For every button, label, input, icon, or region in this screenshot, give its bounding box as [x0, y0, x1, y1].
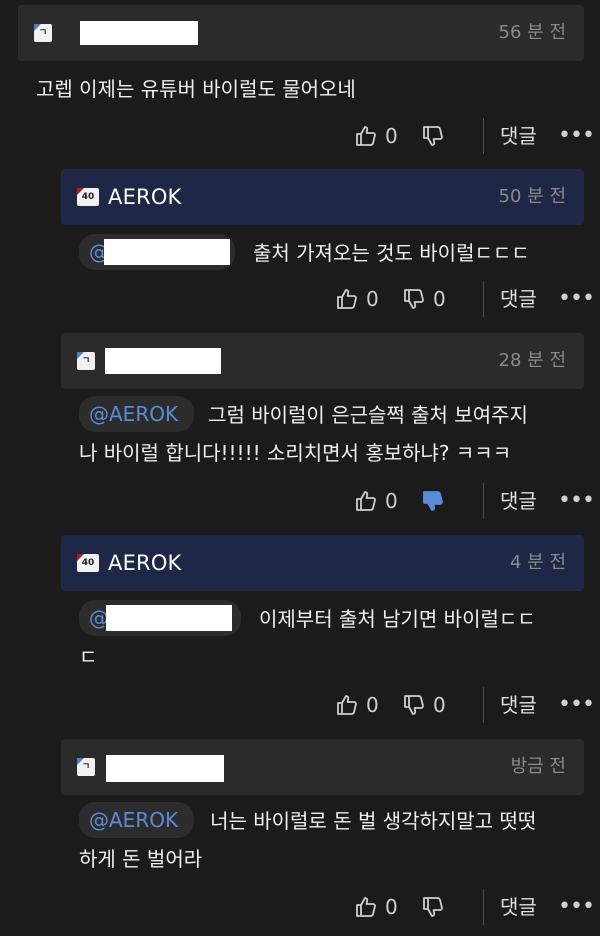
like-count: 0	[366, 693, 379, 717]
more-options-icon[interactable]: •••	[558, 889, 595, 925]
dislike-button[interactable]	[421, 889, 445, 925]
level-badge-icon: 40	[77, 554, 99, 572]
redacted-nickname	[105, 348, 221, 374]
more-options-icon[interactable]: •••	[558, 281, 595, 317]
more-options-icon[interactable]: •••	[558, 687, 595, 723]
like-button[interactable]: 0	[354, 889, 398, 925]
comment-text: @AEROK 그럼 바이럴이 은근슬쩍 출처 보여주지 나 바이럴 합니다!!!!…	[79, 396, 589, 472]
comment-text: @ 출처 가져오는 것도 바이럴ㄷㄷㄷ	[79, 234, 579, 272]
dislike-button[interactable]: 0	[402, 281, 446, 317]
dislike-button[interactable]	[421, 483, 445, 519]
level-badge-icon: ㄱ	[77, 352, 95, 370]
dislike-count: 0	[433, 693, 446, 717]
comment-header: ㄱ 방금 전	[61, 739, 584, 795]
timestamp: 방금 전	[510, 756, 566, 777]
comment-actions: 0 0 댓글 •••	[0, 687, 600, 723]
thumbs-up-icon	[356, 491, 376, 511]
like-button[interactable]: 0	[354, 118, 398, 154]
level-badge-icon: 40	[77, 188, 99, 206]
comment-text: @ 이제부터 출처 남기면 바이럴ㄷㄷ ㄷ	[79, 600, 579, 676]
thumbs-down-icon	[423, 897, 443, 917]
reply-button[interactable]: 댓글	[500, 118, 537, 154]
thumbs-up-icon	[337, 695, 357, 715]
comment-header: ㄱ 56 분 전	[18, 5, 584, 61]
reply-button[interactable]: 댓글	[500, 889, 537, 925]
thumbs-up-icon	[356, 126, 376, 146]
like-count: 0	[366, 287, 379, 311]
timestamp: 56 분 전	[498, 22, 566, 43]
thumbs-up-icon	[356, 897, 376, 917]
comment-actions: 0 댓글 •••	[0, 889, 600, 925]
thumbs-down-icon	[423, 491, 443, 511]
level-badge-icon: ㄱ	[34, 24, 52, 42]
timestamp: 4 분 전	[509, 552, 566, 573]
mention-tag[interactable]: @	[79, 600, 241, 636]
timestamp: 28 분 전	[498, 350, 566, 371]
like-count: 0	[385, 489, 398, 513]
mention-tag[interactable]: @	[79, 234, 235, 270]
divider	[483, 118, 484, 154]
divider	[483, 483, 484, 519]
redacted-mention	[106, 605, 232, 631]
divider	[483, 889, 484, 925]
comment-text: @AEROK 너는 바이럴로 돈 벌 생각하지말고 떳떳 하게 돈 벌어라	[79, 802, 589, 878]
dislike-count: 0	[433, 287, 446, 311]
nickname[interactable]: AEROK	[108, 185, 182, 209]
comment-header: 40 AEROK 4 분 전	[61, 535, 584, 591]
dislike-button[interactable]	[421, 118, 445, 154]
more-options-icon[interactable]: •••	[558, 118, 595, 154]
like-button[interactable]: 0	[335, 687, 379, 723]
thumbs-down-icon	[423, 126, 443, 146]
like-button[interactable]: 0	[335, 281, 379, 317]
comment-header: 40 AEROK 50 분 전	[61, 169, 584, 225]
nickname[interactable]: AEROK	[108, 551, 182, 575]
mention-tag[interactable]: @AEROK	[79, 396, 195, 432]
redacted-mention	[104, 239, 230, 265]
comment-actions: 0 댓글 •••	[0, 118, 600, 154]
mention-tag[interactable]: @AEROK	[79, 802, 195, 838]
redacted-nickname	[80, 21, 198, 45]
thumbs-up-icon	[337, 289, 357, 309]
like-count: 0	[385, 895, 398, 919]
thumbs-down-icon	[404, 695, 424, 715]
more-options-icon[interactable]: •••	[558, 483, 595, 519]
dislike-button[interactable]: 0	[402, 687, 446, 723]
comment-actions: 0 댓글 •••	[0, 483, 600, 519]
divider	[483, 281, 484, 317]
comment-actions: 0 0 댓글 •••	[0, 281, 600, 317]
reply-button[interactable]: 댓글	[500, 483, 537, 519]
reply-button[interactable]: 댓글	[500, 687, 537, 723]
level-badge-icon: ㄱ	[77, 758, 95, 776]
like-button[interactable]: 0	[354, 483, 398, 519]
thumbs-down-icon	[404, 289, 424, 309]
divider	[483, 687, 484, 723]
timestamp: 50 분 전	[498, 186, 566, 207]
like-count: 0	[385, 124, 398, 148]
redacted-nickname	[106, 755, 224, 782]
reply-button[interactable]: 댓글	[500, 281, 537, 317]
comment-text: 고렙 이제는 유튜버 바이럴도 물어오네	[36, 77, 356, 101]
comment-header: ㄱ 28 분 전	[61, 333, 584, 389]
